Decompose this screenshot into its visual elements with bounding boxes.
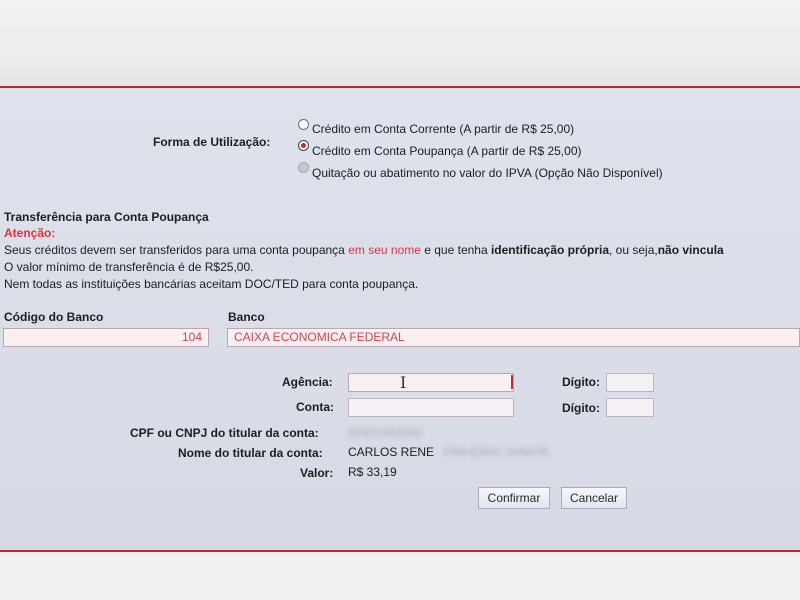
notice-line-2: O valor mínimo de transferência é de R$2… — [4, 260, 254, 274]
input-caret — [511, 375, 513, 389]
screen-bottom-bezel — [0, 552, 800, 600]
cpf-label: CPF ou CNPJ do titular da conta: — [130, 426, 319, 440]
agency-digit-label: Dígito: — [562, 375, 600, 389]
holder-name-label: Nome do titular da conta: — [178, 446, 323, 460]
holder-name-redacted: PINHEIRO JUNIOR — [443, 445, 550, 459]
text-cursor-icon: I — [400, 373, 407, 392]
holder-name-visible: CARLOS RENE — [348, 445, 435, 459]
notice-highlight: em seu nome — [348, 243, 421, 257]
confirm-button[interactable]: Confirmar — [478, 487, 550, 509]
attention-label: Atenção: — [4, 226, 56, 240]
bank-name-label: Banco — [228, 310, 265, 324]
value-label: Valor: — [300, 466, 334, 480]
form-panel: Forma de Utilização: Crédito em Conta Co… — [0, 88, 800, 550]
notice-bold: identificação própria — [490, 243, 609, 257]
bank-code-label: Código do Banco — [4, 310, 104, 324]
radio-ipva-disabled — [298, 162, 309, 173]
notice-text: e que tenha — [420, 243, 491, 257]
cpf-value: 02401063340 — [348, 426, 422, 440]
notice-text: Seus créditos devem ser transferidos par… — [4, 243, 349, 257]
value-amount: R$ 33,19 — [348, 465, 397, 479]
bank-name-field[interactable]: CAIXA ECONOMICA FEDERAL — [227, 328, 800, 347]
notice-text: , ou seja, — [609, 243, 658, 257]
screen-top-bezel — [0, 0, 800, 86]
radio-credit-savings-account[interactable] — [298, 140, 309, 151]
usage-form-label: Forma de Utilização: — [153, 135, 271, 149]
account-input[interactable] — [348, 398, 514, 417]
radio-credit-current-account[interactable] — [298, 119, 309, 130]
option-label-savings-account[interactable]: Crédito em Conta Poupança (A partir de R… — [312, 144, 581, 158]
cancel-button[interactable]: Cancelar — [561, 487, 627, 509]
agency-input[interactable] — [348, 373, 514, 392]
account-digit-label: Dígito: — [562, 401, 600, 415]
notice-bold: não vincula — [657, 243, 724, 257]
account-label: Conta: — [296, 400, 334, 414]
option-label-current-account[interactable]: Crédito em Conta Corrente (A partir de R… — [312, 122, 574, 136]
option-label-ipva: Quitação ou abatimento no valor do IPVA … — [312, 166, 663, 180]
agency-label: Agência: — [282, 375, 333, 389]
section-title: Transferência para Conta Poupança — [4, 210, 209, 224]
holder-name-value: CARLOS RENE PINHEIRO JUNIOR — [348, 445, 549, 459]
agency-digit-input[interactable] — [606, 373, 654, 392]
bank-code-field[interactable]: 104 — [3, 328, 209, 347]
notice-line-1: Seus créditos devem ser transferidos par… — [4, 243, 724, 257]
notice-line-3: Nem todas as instituições bancárias acei… — [4, 277, 419, 291]
account-digit-input[interactable] — [606, 398, 654, 417]
